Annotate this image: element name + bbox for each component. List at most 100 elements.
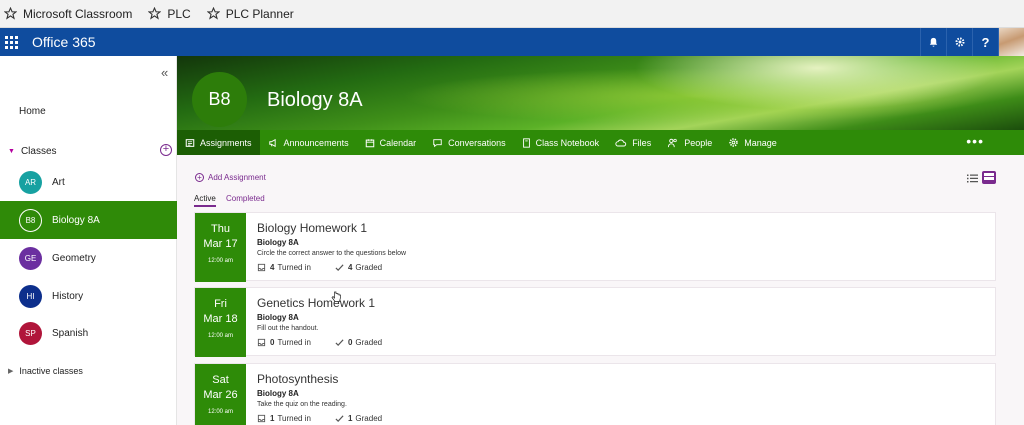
tab-class-notebook[interactable]: Class Notebook (514, 130, 608, 155)
class-avatar: B8 (19, 208, 42, 232)
turned-in-count: 0 (270, 338, 275, 347)
bookmark-plc-planner[interactable]: PLC Planner (206, 7, 294, 21)
due-weekday: Fri (214, 298, 227, 310)
graded-label: Graded (355, 338, 383, 347)
assignment-stats: 1 Turned in 1 Graded (257, 414, 406, 423)
add-icon: + (195, 173, 204, 182)
turned-in-count: 4 (270, 263, 275, 272)
filter-active[interactable]: Active (194, 194, 216, 207)
due-date-box: Sat Mar 26 12:00 am (195, 364, 246, 425)
assignment-stats: 4 Turned in 4 Graded (257, 263, 406, 272)
sidebar-class-art[interactable]: AR Art (0, 163, 177, 201)
checkmark-icon (335, 264, 344, 272)
class-name: History (52, 290, 84, 302)
list-view-icon[interactable] (967, 174, 978, 183)
inbox-icon (257, 338, 266, 347)
bookmark-microsoft-classroom[interactable]: Microsoft Classroom (4, 7, 132, 21)
add-assignment-button[interactable]: + Add Assignment (195, 173, 266, 182)
tab-calendar[interactable]: Calendar (357, 130, 425, 155)
turned-in-label: Turned in (277, 414, 311, 423)
bell-icon (929, 37, 938, 47)
filter-completed[interactable]: Completed (226, 194, 265, 203)
add-assignment-label: Add Assignment (208, 173, 266, 182)
star-icon (206, 7, 220, 20)
more-options-button[interactable]: ••• (966, 134, 984, 148)
suite-title[interactable]: Office 365 (32, 34, 96, 50)
settings-button[interactable] (946, 28, 972, 56)
suite-actions: ? (920, 28, 1024, 56)
turned-in-count: 1 (270, 414, 275, 423)
tab-label: Announcements (283, 137, 349, 148)
sidebar-home-link[interactable]: Home (19, 106, 46, 117)
turned-in-label: Turned in (277, 338, 311, 347)
notifications-button[interactable] (920, 28, 946, 56)
tab-people[interactable]: People (659, 130, 720, 155)
hand-cursor-icon (331, 291, 341, 302)
tab-label: Class Notebook (535, 137, 600, 148)
user-avatar[interactable] (998, 28, 1024, 56)
megaphone-icon (268, 138, 276, 147)
help-button[interactable]: ? (972, 28, 998, 56)
sidebar-class-biology-8a[interactable]: B8 Biology 8A (0, 201, 177, 239)
gear-icon (729, 138, 738, 147)
assignment-description: Take the quiz on the reading. (257, 401, 347, 408)
collapsed-caret-icon: ▶ (8, 368, 14, 375)
collapse-sidebar-button[interactable]: « (161, 65, 168, 80)
due-time: 12:00 am (207, 333, 234, 339)
class-name: Biology 8A (52, 214, 100, 226)
inactive-classes-label: Inactive classes (19, 366, 83, 376)
bookmarks-bar: Microsoft Classroom PLC PLC Planner (0, 0, 1024, 28)
star-icon (148, 7, 162, 20)
class-avatar: HI (19, 284, 42, 308)
classes-header[interactable]: ▼ Classes (8, 146, 57, 157)
class-name: Art (52, 176, 65, 188)
assignment-class: Biology 8A (257, 313, 299, 322)
bookmark-plc[interactable]: PLC (148, 6, 191, 21)
assignment-description: Fill out the handout. (257, 325, 319, 332)
assignment-title[interactable]: Biology Homework 1 (257, 221, 367, 235)
sidebar-class-geometry[interactable]: GE Geometry (0, 239, 177, 277)
class-avatar-large: B8 (192, 72, 247, 127)
add-class-button[interactable]: + (160, 144, 172, 156)
tab-assignments[interactable]: Assignments (177, 130, 260, 155)
assignment-title[interactable]: Genetics Homework 1 (257, 296, 375, 310)
class-avatar: SP (19, 321, 42, 345)
inactive-classes-toggle[interactable]: ▶ Inactive classes (8, 366, 83, 376)
people-icon (668, 138, 677, 147)
classes-header-label: Classes (20, 146, 57, 157)
assignment-card[interactable]: Sat Mar 26 12:00 am Photosynthesis Biolo… (194, 363, 996, 425)
assignment-card[interactable]: Thu Mar 17 12:00 am Biology Homework 1 B… (194, 212, 996, 282)
assignments-icon (185, 138, 195, 147)
sidebar-class-spanish[interactable]: SP Spanish (0, 314, 177, 352)
tab-files[interactable]: Files (607, 130, 659, 155)
assignment-card[interactable]: Fri Mar 18 12:00 am Genetics Homework 1 … (194, 287, 996, 357)
classroom-window: Microsoft Classroom PLC PLC Planner Offi… (0, 0, 1024, 425)
assignment-title[interactable]: Photosynthesis (257, 372, 338, 386)
tab-announcements[interactable]: Announcements (260, 130, 357, 155)
graded-label: Graded (355, 263, 383, 272)
graded-count: 1 (347, 414, 353, 423)
turned-in-stat: 0 Turned in (257, 338, 311, 347)
class-banner: B8 Biology 8A (177, 56, 1024, 130)
sidebar-class-history[interactable]: HI History (0, 277, 177, 315)
assignments-panel: + Add Assignment Active Completed Thu Ma… (177, 155, 1024, 425)
expand-caret-icon: ▼ (8, 148, 15, 155)
graded-stat: 4 Graded (335, 263, 382, 272)
class-name: Geometry (52, 252, 96, 264)
calendar-icon (365, 138, 374, 147)
tab-conversations[interactable]: Conversations (424, 130, 514, 155)
bookmark-label: Microsoft Classroom (23, 6, 133, 21)
app-launcher-icon[interactable] (3, 34, 20, 51)
inbox-icon (257, 263, 266, 272)
suite-bar: Office 365 ? (0, 28, 1024, 56)
bookmark-label: PLC (167, 6, 191, 21)
graded-stat: 1 Graded (335, 414, 382, 423)
card-view-icon[interactable] (982, 171, 996, 184)
tab-label: Calendar (379, 137, 417, 148)
left-sidebar: « Home ▼ Classes + AR Art B8 Biology 8A … (0, 56, 177, 425)
tab-label: Files (632, 137, 652, 148)
assignment-description: Circle the correct answer to the questio… (257, 250, 407, 257)
tab-label: Conversations (448, 137, 506, 148)
tab-manage[interactable]: Manage (720, 130, 785, 155)
graded-label: Graded (355, 414, 383, 423)
